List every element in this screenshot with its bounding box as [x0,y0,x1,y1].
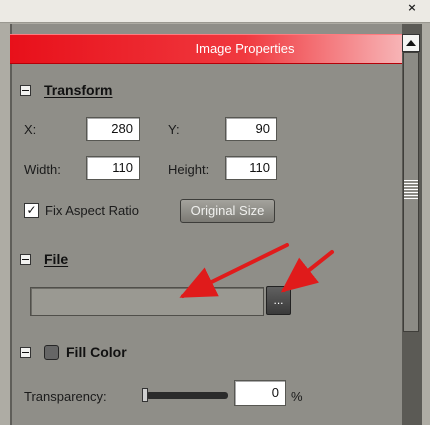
transparency-slider[interactable] [146,392,228,399]
width-label: Width: [24,162,61,177]
transform-section-toggle[interactable]: Transform [20,79,112,101]
transparency-label: Transparency: [24,389,107,404]
fill-color-swatch[interactable] [44,344,59,360]
panel-title: Image Properties [195,41,295,56]
panel-header: Image Properties [10,34,402,64]
fill-color-section-toggle[interactable]: Fill Color [20,341,127,363]
transparency-input[interactable]: 0 [234,380,286,406]
collapse-icon[interactable] [20,84,31,96]
original-size-button[interactable]: Original Size [180,199,275,223]
width-input[interactable]: 110 [86,156,140,180]
file-section-toggle[interactable]: File [20,248,68,270]
file-section-label: File [44,251,69,267]
transparency-slider-handle[interactable] [142,388,148,402]
y-input[interactable]: 90 [225,117,277,141]
scroll-grip-icon [404,180,418,200]
browse-button[interactable]: ... [266,286,291,315]
x-label: X: [24,122,37,137]
fill-color-label: Fill Color [66,344,127,360]
fix-aspect-checkbox[interactable]: ✓ [24,203,39,218]
collapse-icon[interactable] [20,253,31,265]
x-input[interactable]: 280 [86,117,140,141]
file-path-input[interactable] [30,287,264,316]
percent-unit: % [291,389,303,404]
close-icon[interactable]: × [406,2,418,14]
collapse-icon[interactable] [20,346,31,358]
y-label: Y: [168,122,180,137]
transform-section-label: Transform [44,82,113,98]
scroll-up-icon[interactable] [402,34,420,52]
height-input[interactable]: 110 [225,156,277,180]
fix-aspect-label: Fix Aspect Ratio [45,203,139,218]
window-title-strip: × [0,0,430,23]
height-label: Height: [168,162,210,177]
